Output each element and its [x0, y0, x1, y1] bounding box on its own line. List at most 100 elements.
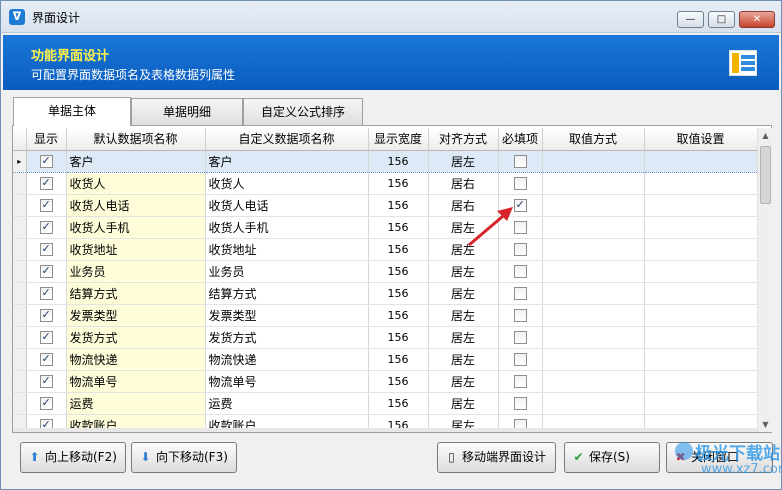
- row-indicator[interactable]: [13, 282, 27, 305]
- table-row[interactable]: 收货人电话收货人电话156居右: [13, 194, 757, 217]
- required-checkbox-cell[interactable]: [498, 348, 543, 371]
- value-setting-cell[interactable]: [644, 326, 757, 349]
- required-checkbox[interactable]: [513, 397, 527, 410]
- required-checkbox[interactable]: [513, 353, 527, 366]
- width-cell[interactable]: 156: [368, 392, 429, 415]
- required-checkbox-cell[interactable]: [498, 172, 543, 195]
- row-indicator[interactable]: [13, 414, 27, 428]
- value-method-cell[interactable]: [542, 370, 645, 393]
- show-checkbox-cell[interactable]: [26, 326, 67, 349]
- show-checkbox[interactable]: [39, 198, 53, 212]
- custom-name-cell[interactable]: 收货人电话: [205, 194, 369, 217]
- table-row[interactable]: 物流快递物流快递156居左: [13, 348, 757, 371]
- value-setting-cell[interactable]: [644, 282, 757, 305]
- custom-name-cell[interactable]: 发票类型: [205, 304, 369, 327]
- close-window-button[interactable]: ✕: [739, 11, 775, 28]
- show-checkbox-cell[interactable]: [26, 238, 67, 261]
- value-method-cell[interactable]: [542, 326, 645, 349]
- custom-name-cell[interactable]: 发货方式: [205, 326, 369, 349]
- table-row[interactable]: 结算方式结算方式156居左: [13, 282, 757, 305]
- align-cell[interactable]: 居左: [428, 392, 499, 415]
- show-checkbox-cell[interactable]: [26, 260, 67, 283]
- table-row[interactable]: 物流单号物流单号156居左: [13, 370, 757, 393]
- show-checkbox[interactable]: [39, 396, 53, 410]
- row-indicator[interactable]: [13, 238, 27, 261]
- custom-name-cell[interactable]: 结算方式: [205, 282, 369, 305]
- show-checkbox[interactable]: [39, 264, 53, 278]
- align-cell[interactable]: 居左: [428, 282, 499, 305]
- show-checkbox-cell[interactable]: [26, 282, 67, 305]
- width-cell[interactable]: 156: [368, 304, 429, 327]
- value-method-cell[interactable]: [542, 392, 645, 415]
- show-checkbox-cell[interactable]: [26, 149, 67, 173]
- value-setting-cell[interactable]: [644, 414, 757, 428]
- custom-name-cell[interactable]: 收款账户: [205, 414, 369, 428]
- table-row[interactable]: 发货方式发货方式156居左: [13, 326, 757, 349]
- row-indicator[interactable]: [13, 348, 27, 371]
- width-cell[interactable]: 156: [368, 149, 429, 173]
- custom-name-cell[interactable]: 物流单号: [205, 370, 369, 393]
- minimize-button[interactable]: —: [677, 11, 704, 28]
- show-checkbox[interactable]: [39, 176, 53, 190]
- value-setting-cell[interactable]: [644, 194, 757, 217]
- required-checkbox-cell[interactable]: [498, 370, 543, 393]
- required-checkbox[interactable]: [513, 287, 527, 300]
- scroll-thumb[interactable]: [760, 146, 771, 204]
- column-header-value-method[interactable]: 取值方式: [542, 128, 645, 151]
- value-method-cell[interactable]: [542, 238, 645, 261]
- field-config-grid[interactable]: 显示 默认数据项名称 自定义数据项名称 显示宽度 对齐方式 必填项 取值方式 取…: [13, 128, 757, 428]
- value-method-cell[interactable]: [542, 172, 645, 195]
- show-checkbox[interactable]: [39, 286, 53, 300]
- custom-name-cell[interactable]: 业务员: [205, 260, 369, 283]
- width-cell[interactable]: 156: [368, 216, 429, 239]
- save-button[interactable]: ✔ 保存(S): [564, 442, 660, 473]
- table-row[interactable]: 发票类型发票类型156居左: [13, 304, 757, 327]
- show-checkbox-cell[interactable]: [26, 392, 67, 415]
- required-checkbox-cell[interactable]: [498, 282, 543, 305]
- required-checkbox[interactable]: [513, 309, 527, 322]
- width-cell[interactable]: 156: [368, 194, 429, 217]
- tab-document-detail[interactable]: 单据明细: [131, 98, 243, 125]
- custom-name-cell[interactable]: 客户: [205, 149, 369, 173]
- row-indicator[interactable]: [13, 370, 27, 393]
- align-cell[interactable]: 居左: [428, 414, 499, 428]
- show-checkbox[interactable]: [39, 220, 53, 234]
- move-down-button[interactable]: ⬇ 向下移动(F3): [131, 442, 237, 473]
- custom-name-cell[interactable]: 收货地址: [205, 238, 369, 261]
- value-method-cell[interactable]: [542, 282, 645, 305]
- show-checkbox[interactable]: [39, 374, 53, 388]
- required-checkbox[interactable]: [513, 331, 527, 344]
- required-checkbox-cell[interactable]: [498, 260, 543, 283]
- tab-custom-formula-sort[interactable]: 自定义公式排序: [243, 98, 363, 125]
- required-checkbox[interactable]: [513, 177, 527, 190]
- required-checkbox-cell[interactable]: [498, 149, 543, 173]
- value-setting-cell[interactable]: [644, 238, 757, 261]
- column-header-value-setting[interactable]: 取值设置: [644, 128, 757, 151]
- row-indicator[interactable]: [13, 260, 27, 283]
- column-header-custom-name[interactable]: 自定义数据项名称: [205, 128, 369, 151]
- value-setting-cell[interactable]: [644, 370, 757, 393]
- required-checkbox-cell[interactable]: [498, 304, 543, 327]
- value-setting-cell[interactable]: [644, 172, 757, 195]
- show-checkbox[interactable]: [39, 352, 53, 366]
- width-cell[interactable]: 156: [368, 370, 429, 393]
- align-cell[interactable]: 居左: [428, 348, 499, 371]
- show-checkbox-cell[interactable]: [26, 172, 67, 195]
- width-cell[interactable]: 156: [368, 348, 429, 371]
- value-method-cell[interactable]: [542, 260, 645, 283]
- align-cell[interactable]: 居左: [428, 304, 499, 327]
- close-button[interactable]: ✖ 关闭窗口: [666, 442, 773, 473]
- align-cell[interactable]: 居右: [428, 172, 499, 195]
- required-checkbox[interactable]: [513, 375, 527, 388]
- width-cell[interactable]: 156: [368, 238, 429, 261]
- row-indicator[interactable]: ▸: [13, 149, 27, 173]
- column-header-show[interactable]: 显示: [26, 128, 67, 151]
- custom-name-cell[interactable]: 收货人手机: [205, 216, 369, 239]
- show-checkbox[interactable]: [39, 308, 53, 322]
- custom-name-cell[interactable]: 运费: [205, 392, 369, 415]
- width-cell[interactable]: 156: [368, 260, 429, 283]
- row-indicator[interactable]: [13, 304, 27, 327]
- table-row[interactable]: ▸客户客户156居左: [13, 149, 757, 173]
- row-indicator[interactable]: [13, 392, 27, 415]
- row-indicator[interactable]: [13, 216, 27, 239]
